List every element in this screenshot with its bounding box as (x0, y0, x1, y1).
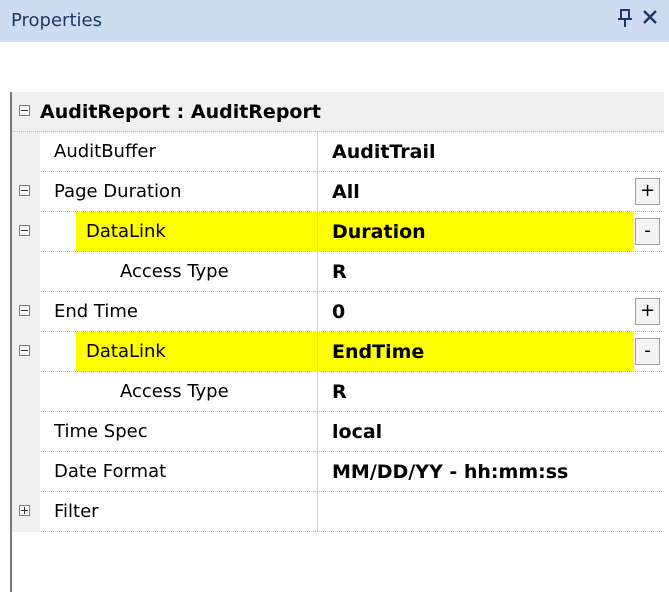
property-name: DataLink (86, 341, 166, 362)
category-title: AuditReport : AuditReport (40, 101, 321, 123)
collapse-icon[interactable] (19, 345, 30, 356)
property-value[interactable]: All (332, 172, 360, 212)
property-row-date-format[interactable]: Date Format MM/DD/YY - hh:mm:ss (12, 452, 664, 492)
panel-title: Properties (11, 10, 102, 31)
add-datalink-button[interactable]: + (635, 178, 660, 205)
category-header[interactable]: AuditReport : AuditReport (12, 92, 664, 132)
remove-datalink-button[interactable]: - (635, 338, 660, 365)
property-name: Date Format (54, 461, 167, 482)
property-row-auditbuffer[interactable]: AuditBuffer AuditTrail (12, 132, 664, 172)
property-name: Access Type (120, 261, 229, 282)
property-row-filter[interactable]: Filter (12, 492, 664, 532)
property-value[interactable]: 0 (332, 292, 345, 332)
expand-icon[interactable] (19, 505, 30, 516)
property-row-page-duration[interactable]: Page Duration All + (12, 172, 664, 212)
property-row-access-type[interactable]: Access Type R (12, 252, 664, 292)
property-name: Page Duration (54, 181, 182, 202)
property-row-datalink-duration[interactable]: DataLink Duration - (12, 212, 664, 252)
property-value[interactable]: local (332, 412, 382, 452)
remove-datalink-button[interactable]: - (635, 218, 660, 245)
property-row-end-time[interactable]: End Time 0 + (12, 292, 664, 332)
property-value[interactable]: R (332, 372, 347, 412)
close-icon[interactable] (642, 6, 658, 31)
collapse-icon[interactable] (19, 305, 30, 316)
pin-icon[interactable] (617, 8, 633, 33)
property-value[interactable]: Duration (332, 212, 426, 252)
collapse-icon[interactable] (19, 185, 30, 196)
property-value[interactable]: MM/DD/YY - hh:mm:ss (332, 452, 568, 492)
properties-titlebar: Properties (0, 0, 669, 42)
collapse-icon[interactable] (19, 225, 30, 236)
property-name: Time Spec (54, 421, 148, 442)
property-name: DataLink (86, 221, 166, 242)
property-row-datalink-endtime[interactable]: DataLink EndTime - (12, 332, 664, 372)
property-name: Filter (54, 501, 99, 522)
properties-toolbar (0, 42, 669, 126)
property-row-access-type[interactable]: Access Type R (12, 372, 664, 412)
property-value[interactable]: AuditTrail (332, 132, 436, 172)
property-name: Access Type (120, 381, 229, 402)
property-name: End Time (54, 301, 138, 322)
collapse-icon[interactable] (19, 105, 30, 116)
property-grid: AuditReport : AuditReport AuditBuffer Au… (10, 92, 664, 592)
property-value[interactable]: EndTime (332, 332, 424, 372)
property-row-time-spec[interactable]: Time Spec local (12, 412, 664, 452)
property-name: AuditBuffer (54, 141, 156, 162)
property-value[interactable]: R (332, 252, 347, 292)
add-datalink-button[interactable]: + (635, 298, 660, 325)
